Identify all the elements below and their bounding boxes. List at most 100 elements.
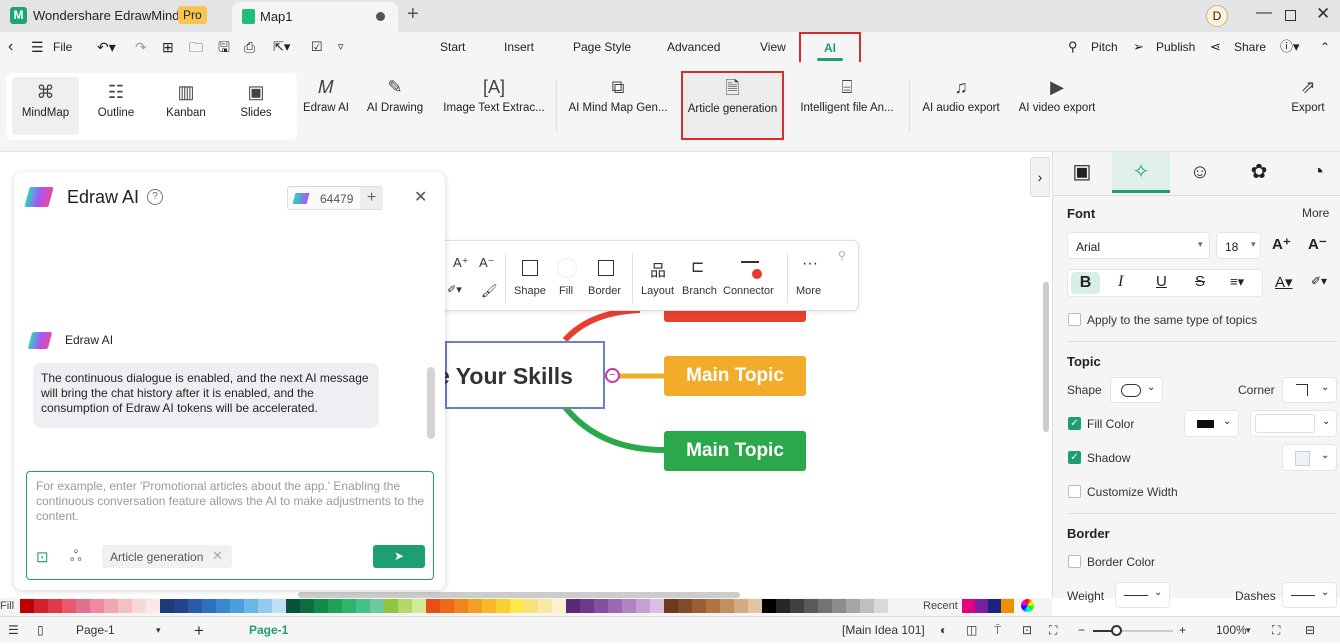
color-swatch[interactable] (342, 599, 356, 613)
redo-icon[interactable]: ↷ (135, 32, 147, 62)
color-swatch[interactable] (62, 599, 76, 613)
edraw-ai-button[interactable]: 𝑀 Edraw AI (300, 72, 352, 140)
zoom-dropdown-icon[interactable]: ▾ (1246, 617, 1251, 644)
print-icon[interactable]: ⎙ (244, 32, 255, 62)
ai-drawing-button[interactable]: ✎ AI Drawing (362, 72, 428, 140)
ai-audio-export-button[interactable]: ♫ AI audio export (918, 72, 1004, 140)
panel-tab-ai[interactable]: ✧ (1112, 152, 1170, 193)
color-swatch[interactable] (524, 599, 538, 613)
color-swatch[interactable] (370, 599, 384, 613)
shape-button[interactable]: Shape (514, 285, 546, 297)
save-icon[interactable]: 🖫 (218, 32, 230, 62)
connector-button[interactable]: Connector (723, 285, 774, 297)
fill-color-select[interactable]: ⌄ (1184, 410, 1239, 437)
publish-button[interactable]: Publish (1156, 32, 1195, 62)
color-swatch[interactable] (608, 599, 622, 613)
color-swatch[interactable] (510, 599, 524, 613)
color-swatch[interactable] (48, 599, 62, 613)
tab-ai[interactable]: AI (799, 32, 861, 66)
branch-icon[interactable]: ⊏ (691, 257, 704, 277)
color-swatch[interactable] (762, 599, 776, 613)
color-swatch[interactable] (132, 599, 146, 613)
zoom-slider-handle[interactable] (1111, 625, 1122, 636)
layout-button[interactable]: Layout (641, 285, 674, 297)
font-more-link[interactable]: More (1302, 206, 1329, 220)
collapse-icon[interactable]: − (605, 368, 620, 383)
color-swatch[interactable] (216, 599, 230, 613)
color-swatch[interactable] (692, 599, 706, 613)
color-swatch[interactable] (832, 599, 846, 613)
color-swatch[interactable] (468, 599, 482, 613)
tab-advanced[interactable]: Advanced (667, 32, 720, 62)
color-swatch[interactable] (356, 599, 370, 613)
color-swatch[interactable] (552, 599, 566, 613)
font-decrease-icon[interactable]: A⁻ (479, 255, 495, 271)
color-swatch[interactable] (846, 599, 860, 613)
theme-icon[interactable]: ◐ (940, 617, 947, 644)
close-chat-button[interactable]: ✕ (414, 187, 427, 207)
bold-button[interactable]: B (1071, 272, 1100, 294)
shadow-color-select[interactable]: ⌄ (1282, 444, 1337, 471)
continuous-dialogue-icon[interactable]: ⊡ (36, 548, 49, 566)
fill-gradient-select[interactable]: ⌄ (1250, 410, 1337, 437)
color-swatch[interactable] (734, 599, 748, 613)
add-page-button[interactable]: + (194, 617, 204, 644)
view-kanban[interactable]: ▥ Kanban (160, 77, 212, 145)
branch-button[interactable]: Branch (682, 285, 717, 297)
tab-view[interactable]: View (760, 32, 786, 62)
presentation-icon[interactable]: ⍑ (994, 617, 1001, 644)
color-wheel-icon[interactable] (1021, 599, 1034, 612)
color-swatch[interactable] (790, 599, 804, 613)
color-swatch[interactable] (594, 599, 608, 613)
chat-input[interactable]: For example, enter 'Promotional articles… (26, 471, 434, 580)
italic-button[interactable]: I (1118, 273, 1123, 291)
font-color-button[interactable]: A▾ (1275, 273, 1293, 291)
color-swatch[interactable] (678, 599, 692, 613)
font-family-select[interactable]: Arial ▾ (1067, 232, 1210, 259)
collapse-ribbon-icon[interactable]: ⌃ (1320, 32, 1330, 62)
color-swatch[interactable] (398, 599, 412, 613)
color-swatch[interactable] (650, 599, 664, 613)
strikethrough-button[interactable]: S (1195, 273, 1205, 290)
more-button[interactable]: More (796, 285, 821, 297)
color-swatch[interactable] (426, 599, 440, 613)
page-tab[interactable]: Page-1 (249, 617, 288, 644)
pin-icon[interactable]: ⚲ (838, 249, 846, 262)
color-swatch[interactable] (174, 599, 188, 613)
maximize-button[interactable] (1285, 10, 1296, 21)
panel-tab-history[interactable]: ◔ (1289, 152, 1340, 193)
color-swatch[interactable] (384, 599, 398, 613)
central-topic[interactable]: e Your Skills (437, 341, 605, 409)
avatar[interactable]: D (1206, 5, 1228, 27)
zoom-out-button[interactable]: − (1078, 617, 1085, 644)
shape-icon[interactable] (522, 260, 538, 276)
panel-tab-icons[interactable]: ☺ (1171, 152, 1229, 193)
article-generation-button[interactable]: 🗎 Article generation (681, 71, 784, 140)
ai-mindmap-gen-button[interactable]: ⧉ AI Mind Map Gen... (566, 72, 670, 140)
export-icon[interactable]: ⇱▾ (273, 32, 290, 62)
panel-tab-style[interactable]: ▣ (1053, 152, 1111, 193)
pitch-button[interactable]: Pitch (1091, 32, 1118, 62)
color-swatch[interactable] (230, 599, 244, 613)
minimize-button[interactable]: — (1256, 4, 1272, 22)
color-swatch[interactable] (272, 599, 286, 613)
color-swatch[interactable] (440, 599, 454, 613)
share-button[interactable]: Share (1234, 32, 1266, 62)
color-swatch[interactable] (160, 599, 174, 613)
color-swatch[interactable] (496, 599, 510, 613)
color-swatch[interactable] (90, 599, 104, 613)
more-icon[interactable]: ··· (802, 255, 818, 273)
zoom-slider[interactable] (1093, 625, 1173, 636)
font-size-select[interactable]: 18 ▾ (1216, 232, 1261, 259)
color-swatch[interactable] (286, 599, 300, 613)
grow-font-icon[interactable]: A⁺ (1272, 235, 1291, 253)
columns-icon[interactable]: ◫ (966, 617, 977, 644)
color-swatch[interactable] (706, 599, 720, 613)
color-swatch[interactable] (202, 599, 216, 613)
expand-panel-button[interactable]: › (1030, 157, 1050, 197)
remove-chip-icon[interactable]: ✕ (212, 548, 223, 564)
view-outline[interactable]: ☷ Outline (90, 77, 142, 145)
border-color-checkbox[interactable] (1068, 555, 1081, 568)
tab-page-style[interactable]: Page Style (573, 32, 631, 62)
tab-start[interactable]: Start (440, 32, 465, 62)
